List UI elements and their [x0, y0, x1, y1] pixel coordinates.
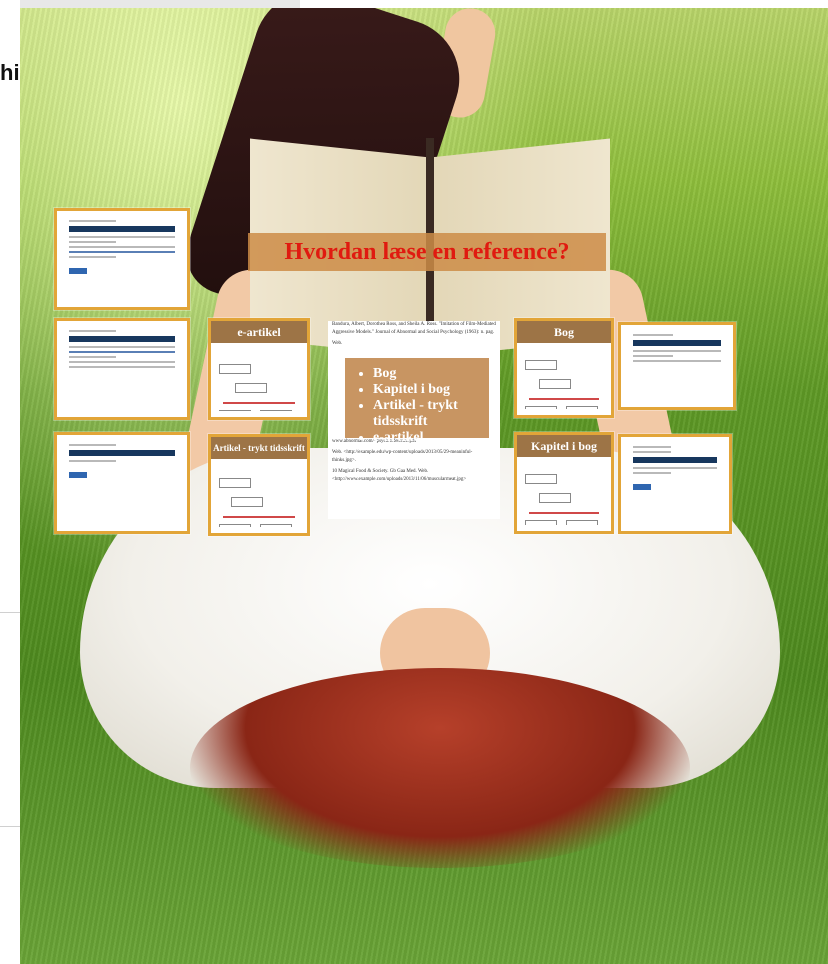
mini-line — [69, 361, 175, 363]
reference-line: Web. <http://example.edu/wp-content/uplo… — [332, 450, 473, 463]
frame-artikel-trykt[interactable]: Artikel - trykt tidsskrift — [208, 434, 310, 536]
mini-line — [633, 360, 721, 362]
frame-screenshot-5[interactable] — [618, 434, 732, 534]
mini-row — [523, 357, 605, 395]
mini-line — [69, 256, 117, 258]
mini-box — [566, 520, 599, 525]
frame-bog[interactable]: Bog — [514, 318, 614, 418]
underlying-page-strip: hi — [0, 0, 20, 964]
reference-line: Web. — [332, 341, 343, 346]
mini-button — [69, 472, 87, 478]
mini-row — [217, 475, 301, 513]
frame-diagram — [217, 347, 301, 411]
mini-row — [523, 403, 605, 409]
mini-line — [529, 512, 599, 514]
mini-line — [69, 346, 175, 348]
mini-line — [633, 446, 672, 448]
divider — [0, 612, 20, 613]
mini-search-bar — [633, 340, 721, 346]
frame-screenshot-2[interactable] — [54, 318, 190, 420]
mini-box — [235, 383, 267, 393]
frame-diagram — [523, 347, 605, 409]
mini-box — [260, 410, 293, 411]
frame-screenshot-content — [627, 331, 727, 401]
mini-box — [539, 379, 571, 389]
frame-screenshot-3[interactable] — [54, 432, 190, 534]
mini-line — [633, 355, 673, 357]
frame-screenshot-4[interactable] — [618, 322, 736, 410]
title-box: Hvordan læse en reference? — [248, 233, 606, 271]
mini-box — [525, 520, 557, 525]
mini-button — [69, 268, 87, 274]
frame-title: Artikel - trykt tidsskrift — [211, 437, 307, 459]
divider — [0, 826, 20, 827]
mini-search-bar — [69, 226, 175, 232]
frame-title: Bog — [517, 321, 611, 343]
frame-title: e-artikel — [211, 321, 307, 343]
mini-row — [217, 521, 301, 527]
mini-row — [217, 361, 301, 399]
mini-box — [525, 406, 557, 409]
mini-line — [69, 356, 117, 358]
presentation-title: Hvordan læse en reference? — [284, 239, 570, 265]
frame-screenshot-content — [627, 443, 723, 525]
list-item: Kapitel i bog — [373, 382, 489, 398]
mini-line — [633, 334, 673, 336]
mini-search-bar — [69, 450, 175, 456]
reference-line: 10 Magical Food & Society. Gb Gaa Med. W… — [332, 469, 467, 482]
mini-line — [69, 366, 175, 368]
frame-diagram — [523, 461, 605, 525]
mini-box — [219, 478, 251, 488]
reference-line: Bandura, Albert, Dorothea Ross, and Shei… — [332, 322, 496, 335]
person-hair — [190, 668, 690, 868]
frame-screenshot-content — [63, 441, 181, 525]
mini-line — [633, 350, 721, 352]
mini-search-bar — [633, 457, 717, 463]
list-item: Bog — [373, 366, 489, 382]
mini-row — [523, 471, 605, 509]
prezi-canvas[interactable]: e-artikel Artikel - trykt tidsskrift Bog… — [20, 8, 828, 964]
mini-line — [69, 330, 117, 332]
mini-line — [69, 351, 175, 353]
mini-line — [529, 398, 599, 400]
mini-line — [633, 472, 672, 474]
mini-line — [69, 460, 117, 462]
mini-line — [69, 251, 175, 253]
frame-screenshot-content — [63, 327, 181, 411]
frame-title: Kapitel i bog — [517, 435, 611, 457]
mini-line — [69, 220, 117, 222]
mini-box — [539, 493, 571, 503]
mini-line — [69, 246, 175, 248]
mini-line — [633, 451, 672, 453]
mini-box — [525, 360, 557, 370]
mini-button — [633, 484, 651, 490]
frame-kapitel[interactable]: Kapitel i bog — [514, 432, 614, 534]
mini-line — [223, 516, 295, 518]
mini-box — [566, 406, 599, 409]
mini-box — [231, 497, 263, 507]
list-item: e-artikel — [373, 430, 489, 446]
frame-diagram — [217, 463, 301, 527]
mini-line — [69, 241, 117, 243]
edge-heading-text: hi — [0, 60, 20, 85]
mini-line — [633, 467, 717, 469]
mini-row — [217, 407, 301, 411]
frame-screenshot-content — [63, 217, 181, 301]
mini-line — [69, 444, 117, 446]
mini-box — [525, 474, 557, 484]
frame-screenshot-1[interactable] — [54, 208, 190, 310]
mini-box — [260, 524, 293, 527]
list-item: Artikel - trykt tidsskrift — [373, 398, 489, 430]
mini-row — [523, 517, 605, 525]
mini-box — [219, 524, 251, 527]
mini-line — [69, 236, 175, 238]
mini-box — [219, 410, 251, 411]
frame-e-artikel[interactable]: e-artikel — [208, 318, 310, 420]
reference-types-list: Bog Kapitel i bog Artikel - trykt tidssk… — [345, 358, 489, 446]
mini-box — [219, 364, 251, 374]
mini-line — [223, 402, 295, 404]
overview-list: Bog Kapitel i bog Artikel - trykt tidssk… — [345, 358, 489, 445]
mini-search-bar — [69, 336, 175, 342]
